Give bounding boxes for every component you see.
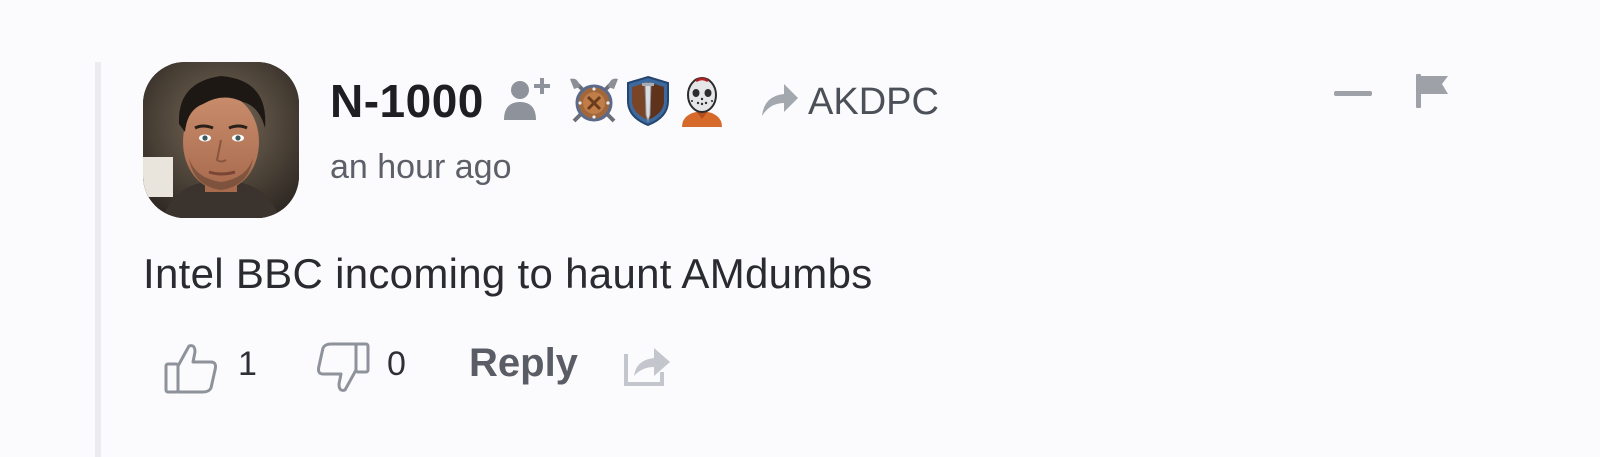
username[interactable]: N-1000 [330, 74, 484, 128]
user-avatar[interactable] [143, 62, 299, 218]
flag-icon[interactable] [1414, 72, 1450, 110]
hockey-mask-badge [682, 77, 722, 127]
comment-timestamp[interactable]: an hour ago [330, 148, 512, 187]
thread-line [95, 62, 101, 457]
crossed-axes-shield-badge [570, 78, 618, 123]
follow-user-icon[interactable] [502, 74, 554, 124]
reply-to-username[interactable]: AKDPC [808, 81, 939, 124]
comment-body: Intel BBC incoming to haunt AMdumbs [143, 250, 873, 297]
reply-arrow-icon [762, 84, 798, 116]
dislike-count: 0 [387, 345, 406, 383]
thumbs-up-icon[interactable] [163, 340, 219, 396]
collapse-button[interactable] [1334, 78, 1374, 108]
like-count: 1 [238, 345, 257, 383]
sword-shield-badge [627, 75, 669, 127]
minus-icon [1334, 91, 1372, 96]
thumbs-down-icon[interactable] [315, 340, 371, 396]
reply-button[interactable]: Reply [469, 341, 578, 386]
share-icon[interactable] [622, 344, 672, 388]
avatar-photo [143, 62, 299, 218]
